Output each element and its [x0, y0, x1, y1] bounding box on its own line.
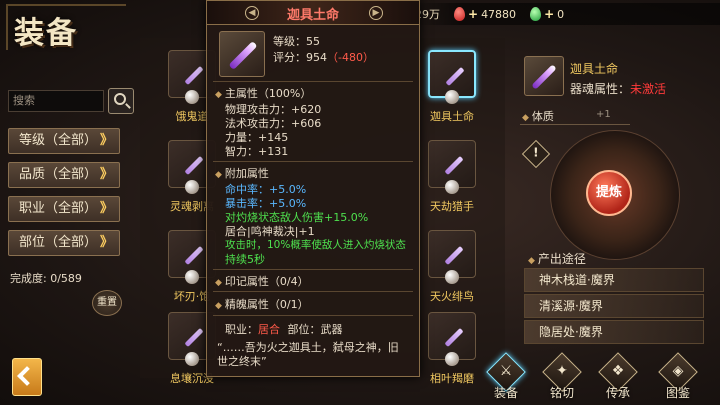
- detail-item-icon: [524, 56, 564, 96]
- extra-attr: 攻击时，10%概率使敌人进入灼烧状态: [225, 239, 406, 251]
- next-item-icon[interactable]: ▶: [369, 6, 383, 20]
- sword-icon: ⚔: [499, 363, 513, 379]
- source-title: 产出途径: [528, 250, 586, 267]
- item-score: 评分：954（-480）: [273, 51, 374, 64]
- weapon-icon: [184, 245, 204, 266]
- codex-icon: ◈: [672, 363, 684, 379]
- red-gem-icon: [454, 7, 465, 21]
- search-icon: [114, 93, 126, 105]
- inheritance-icon: ❖: [611, 363, 625, 379]
- back-button[interactable]: [12, 358, 42, 396]
- chevron-right-icon: 》: [99, 201, 113, 216]
- orb-icon: [185, 352, 199, 366]
- score-delta: （-480）: [327, 51, 374, 64]
- soul-attr-title: 精魄属性（0/1）: [215, 296, 309, 312]
- extra-attr-title: 附加属性: [215, 165, 269, 181]
- stat-label: 体质: [522, 108, 632, 123]
- weapon-icon: [444, 245, 464, 266]
- sword-icon: [531, 64, 557, 90]
- filter-slot-button[interactable]: 部位（全部） 》: [8, 230, 120, 256]
- source-item[interactable]: 隐居处·魔界: [524, 320, 704, 344]
- reset-button[interactable]: 重置: [92, 290, 122, 316]
- currency-bar: 29万 + 47880 + 0: [415, 3, 720, 25]
- grid-item[interactable]: 相叶羯磨: [418, 308, 486, 388]
- item-class: 居合: [258, 323, 280, 336]
- weapon-icon: [444, 327, 464, 348]
- orb-icon: [445, 352, 459, 366]
- weapon-icon: [184, 327, 204, 348]
- nav-codex[interactable]: ◈ 图鉴: [656, 352, 700, 400]
- stat-value: +1: [596, 109, 611, 120]
- green-gem-amount: 0: [557, 7, 565, 21]
- grid-item-selected[interactable]: 迦具土命: [418, 46, 486, 126]
- extra-attr: 持续5秒: [225, 253, 265, 266]
- nav-inscription[interactable]: ✦ 铭切: [540, 352, 584, 400]
- soul-status-value: 未激活: [630, 82, 667, 96]
- orb-icon: [445, 90, 459, 104]
- source-item[interactable]: 神木栈道·魔界: [524, 268, 704, 292]
- grid-item[interactable]: 天劫猎手: [418, 136, 486, 216]
- filter-class-button[interactable]: 职业（全部） 》: [8, 196, 120, 222]
- page-title: 装备: [14, 16, 78, 51]
- green-gem-currency[interactable]: + 0: [530, 7, 564, 21]
- completion-progress: 完成度: 0/589: [10, 272, 82, 285]
- filter-slot-label: 部位（全部）: [19, 235, 98, 250]
- orb-icon: [185, 90, 199, 104]
- weapon-icon: [444, 155, 464, 176]
- search-button[interactable]: [108, 88, 134, 114]
- filter-level-button[interactable]: 等级（全部） 》: [8, 128, 120, 154]
- item-tooltip: ◀ 迦具土命 ▶ 等级：55 评分：954（-480） 主属性（100%） 物理…: [206, 0, 420, 377]
- tooltip-item-icon: [219, 31, 265, 77]
- grid-item[interactable]: 天火绯鸟: [418, 226, 486, 306]
- back-arrow-icon: [17, 366, 37, 386]
- weapon-icon: [184, 65, 204, 86]
- nav-equipment[interactable]: ⚔ 装备: [484, 352, 528, 400]
- green-gem-icon: [530, 7, 542, 21]
- main-attr: 智力：+131: [225, 145, 289, 158]
- orb-icon: [185, 180, 199, 194]
- orb-icon: [185, 270, 199, 284]
- filter-quality-button[interactable]: 品质（全部） 》: [8, 162, 120, 188]
- search-input[interactable]: 搜索: [8, 90, 104, 112]
- filter-class-label: 职业（全部）: [19, 201, 98, 216]
- inscription-icon: ✦: [556, 363, 568, 379]
- filter-quality-label: 品质（全部）: [19, 167, 98, 182]
- green-gem-add-icon[interactable]: +: [544, 7, 554, 21]
- detail-item-name: 迦具土命: [570, 62, 619, 76]
- chevron-right-icon: 》: [99, 235, 113, 250]
- chevron-right-icon: 》: [99, 133, 113, 148]
- info-icon[interactable]: !: [521, 139, 551, 169]
- red-gem-currency[interactable]: + 47880: [454, 7, 516, 21]
- weapon-icon: [445, 66, 465, 87]
- item-class-slot: 职业：居合 部位：武器: [225, 323, 343, 336]
- soul-status: 器魂属性：未激活: [570, 82, 667, 96]
- orb-icon: [445, 270, 459, 284]
- mark-attr-title: 印记属性（0/4）: [215, 273, 309, 289]
- red-gem-amount: 47880: [481, 7, 517, 21]
- item-level: 等级：55: [273, 35, 320, 48]
- refine-button[interactable]: 提炼: [586, 170, 632, 216]
- weapon-icon: [184, 155, 204, 176]
- chevron-right-icon: 》: [99, 167, 113, 182]
- flavor-text: 世之终末”: [217, 355, 267, 368]
- tooltip-title: 迦具土命: [286, 8, 339, 23]
- main-attr-title: 主属性（100%）: [215, 85, 311, 101]
- source-item[interactable]: 清溪源·魔界: [524, 294, 704, 318]
- orb-icon: [445, 180, 459, 194]
- red-gem-add-icon[interactable]: +: [468, 7, 478, 21]
- sword-icon: [228, 41, 258, 70]
- nav-inheritance[interactable]: ❖ 传承: [596, 352, 640, 400]
- filter-level-label: 等级（全部）: [19, 133, 98, 148]
